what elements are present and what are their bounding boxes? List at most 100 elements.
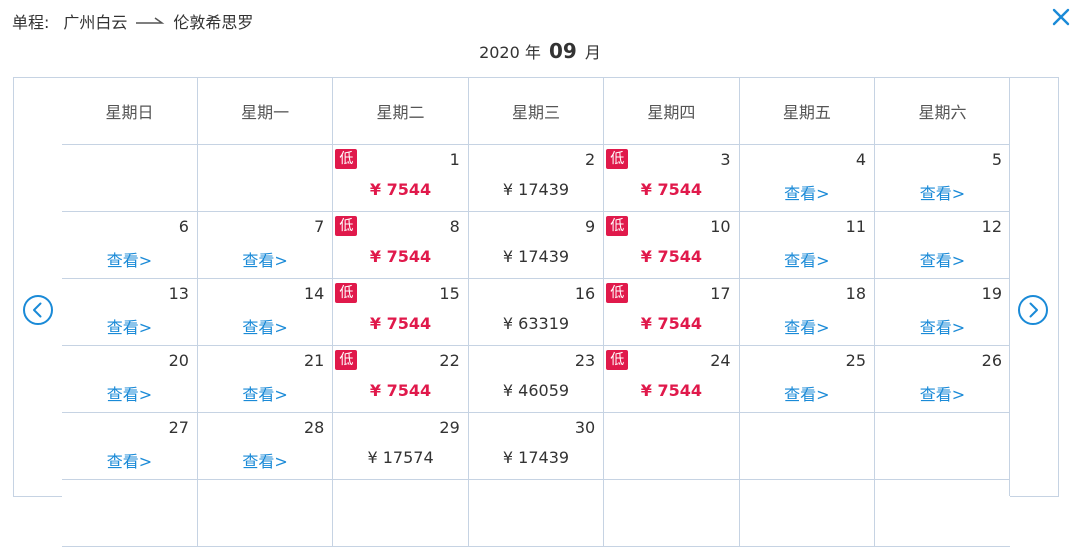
day-cell[interactable]: 低 1 ¥ 7544 (332, 144, 469, 212)
day-number: 16 (574, 284, 596, 303)
low-price-badge: 低 (335, 149, 358, 169)
view-fare-link[interactable]: 查看> (62, 448, 197, 472)
day-cell[interactable]: 20 查看> (62, 345, 198, 413)
day-cell[interactable]: 6 查看> (62, 211, 198, 279)
day-cell[interactable]: 11 查看> (738, 211, 876, 279)
low-price-badge: 低 (335, 216, 358, 236)
day-number: 5 (991, 150, 1002, 169)
day-cell[interactable]: 低 24 ¥ 7544 (603, 345, 740, 413)
view-fare-link[interactable]: 查看> (62, 314, 197, 338)
day-cell[interactable]: 低 17 ¥ 7544 (603, 278, 740, 346)
trip-type-label: 单程: (12, 13, 50, 32)
weekday-header: 星期五 (738, 78, 876, 145)
fare-price[interactable]: ¥ 7544 (333, 381, 467, 400)
view-fare-link[interactable]: 查看> (62, 381, 197, 405)
currency-symbol: ¥ (369, 314, 382, 333)
chevron-right-icon[interactable] (1017, 294, 1049, 326)
fare-amount: 63319 (518, 314, 570, 333)
day-cell[interactable]: 13 查看> (62, 278, 198, 346)
day-cell[interactable]: 2 ¥ 17439 (467, 144, 605, 212)
day-cell[interactable]: 18 查看> (738, 278, 876, 346)
day-number: 17 (710, 284, 731, 303)
day-cell[interactable]: 21 查看> (196, 345, 334, 413)
day-cell[interactable]: 12 查看> (874, 211, 1010, 279)
fare-amount: 7544 (657, 180, 703, 199)
day-cell[interactable]: 低 3 ¥ 7544 (603, 144, 740, 212)
low-price-badge: 低 (335, 350, 358, 370)
view-fare-link[interactable]: 查看> (875, 314, 1010, 338)
fare-price[interactable]: ¥ 7544 (604, 381, 738, 400)
fare-price[interactable]: ¥ 7544 (604, 180, 738, 199)
day-cell[interactable]: 7 查看> (196, 211, 334, 279)
fare-price[interactable]: ¥ 63319 (469, 314, 603, 333)
empty-day-cell (738, 479, 876, 547)
day-number: 6 (178, 217, 189, 236)
day-cell[interactable]: 16 ¥ 63319 (467, 278, 605, 346)
view-fare-link[interactable]: 查看> (875, 381, 1010, 405)
day-number: 18 (845, 284, 867, 303)
week-row: 13 查看> 14 查看> 低 15 ¥ 7544 16 ¥ 63319 低 17 ¥ 7544 18 查… (62, 278, 1010, 346)
day-cell[interactable]: 29 ¥ 17574 (332, 412, 469, 480)
view-fare-link[interactable]: 查看> (740, 381, 874, 405)
fare-price[interactable]: ¥ 7544 (333, 180, 467, 199)
empty-day-cell (332, 479, 469, 547)
day-cell[interactable]: 26 查看> (874, 345, 1010, 413)
day-cell[interactable]: 19 查看> (874, 278, 1010, 346)
day-number: 27 (168, 418, 189, 437)
fare-price[interactable]: ¥ 17574 (333, 448, 467, 467)
low-price-badge: 低 (606, 283, 629, 303)
fare-price[interactable]: ¥ 17439 (469, 247, 603, 266)
empty-day-cell (874, 479, 1010, 547)
day-cell[interactable]: 低 22 ¥ 7544 (332, 345, 469, 413)
view-fare-link[interactable]: 查看> (62, 247, 197, 271)
empty-day-cell (196, 479, 334, 547)
close-icon[interactable] (1050, 6, 1072, 28)
view-fare-link[interactable]: 查看> (198, 247, 332, 271)
fare-amount: 7544 (657, 381, 703, 400)
day-cell[interactable]: 4 查看> (738, 144, 876, 212)
day-cell[interactable]: 25 查看> (738, 345, 876, 413)
currency-symbol: ¥ (640, 314, 652, 333)
fare-price[interactable]: ¥ 7544 (604, 314, 738, 333)
week-row: 27 查看> 28 查看> 29 ¥ 17574 30 ¥ 17439 (62, 412, 1010, 480)
view-fare-link[interactable]: 查看> (198, 448, 332, 472)
day-cell[interactable]: 23 ¥ 46059 (467, 345, 605, 413)
chevron-left-icon[interactable] (22, 294, 54, 326)
view-fare-link[interactable]: 查看> (875, 247, 1010, 271)
fare-price[interactable]: ¥ 17439 (469, 180, 603, 199)
day-cell[interactable]: 低 10 ¥ 7544 (603, 211, 740, 279)
day-cell[interactable]: 28 查看> (196, 412, 334, 480)
fare-amount: 17439 (518, 247, 570, 266)
month-unit: 月 (584, 43, 601, 62)
view-fare-link[interactable]: 查看> (875, 180, 1010, 204)
fare-price[interactable]: ¥ 17439 (469, 448, 603, 467)
day-cell[interactable]: 低 15 ¥ 7544 (332, 278, 469, 346)
day-cell[interactable]: 9 ¥ 17439 (467, 211, 605, 279)
day-cell[interactable]: 27 查看> (62, 412, 198, 480)
fare-amount: 7544 (386, 247, 432, 266)
weekday-header: 星期四 (603, 78, 740, 145)
fare-price[interactable]: ¥ 46059 (469, 381, 603, 400)
currency-symbol: ¥ (369, 381, 382, 400)
fare-price[interactable]: ¥ 7544 (604, 247, 738, 266)
view-fare-link[interactable]: 查看> (740, 247, 874, 271)
fare-price[interactable]: ¥ 7544 (333, 247, 467, 266)
day-cell[interactable]: 低 8 ¥ 7544 (332, 211, 469, 279)
day-cell[interactable]: 14 查看> (196, 278, 334, 346)
destination-airport: 伦敦希思罗 (173, 13, 254, 32)
weekday-header: 星期一 (196, 78, 334, 145)
currency-symbol: ¥ (640, 180, 652, 199)
fare-price[interactable]: ¥ 7544 (333, 314, 467, 333)
view-fare-link[interactable]: 查看> (740, 180, 874, 204)
fare-amount: 17574 (382, 448, 434, 467)
empty-day-cell (603, 479, 740, 547)
prev-month-column (14, 78, 63, 496)
view-fare-link[interactable]: 查看> (740, 314, 874, 338)
day-cell[interactable]: 30 ¥ 17439 (467, 412, 605, 480)
view-fare-link[interactable]: 查看> (198, 314, 332, 338)
view-fare-link[interactable]: 查看> (198, 381, 332, 405)
day-cell[interactable]: 5 查看> (874, 144, 1010, 212)
low-price-badge: 低 (606, 216, 629, 236)
fare-amount: 7544 (657, 247, 703, 266)
week-row: 6 查看> 7 查看> 低 8 ¥ 7544 9 ¥ 17439 低 10 ¥ 7544 11 查看> 12… (62, 211, 1010, 279)
